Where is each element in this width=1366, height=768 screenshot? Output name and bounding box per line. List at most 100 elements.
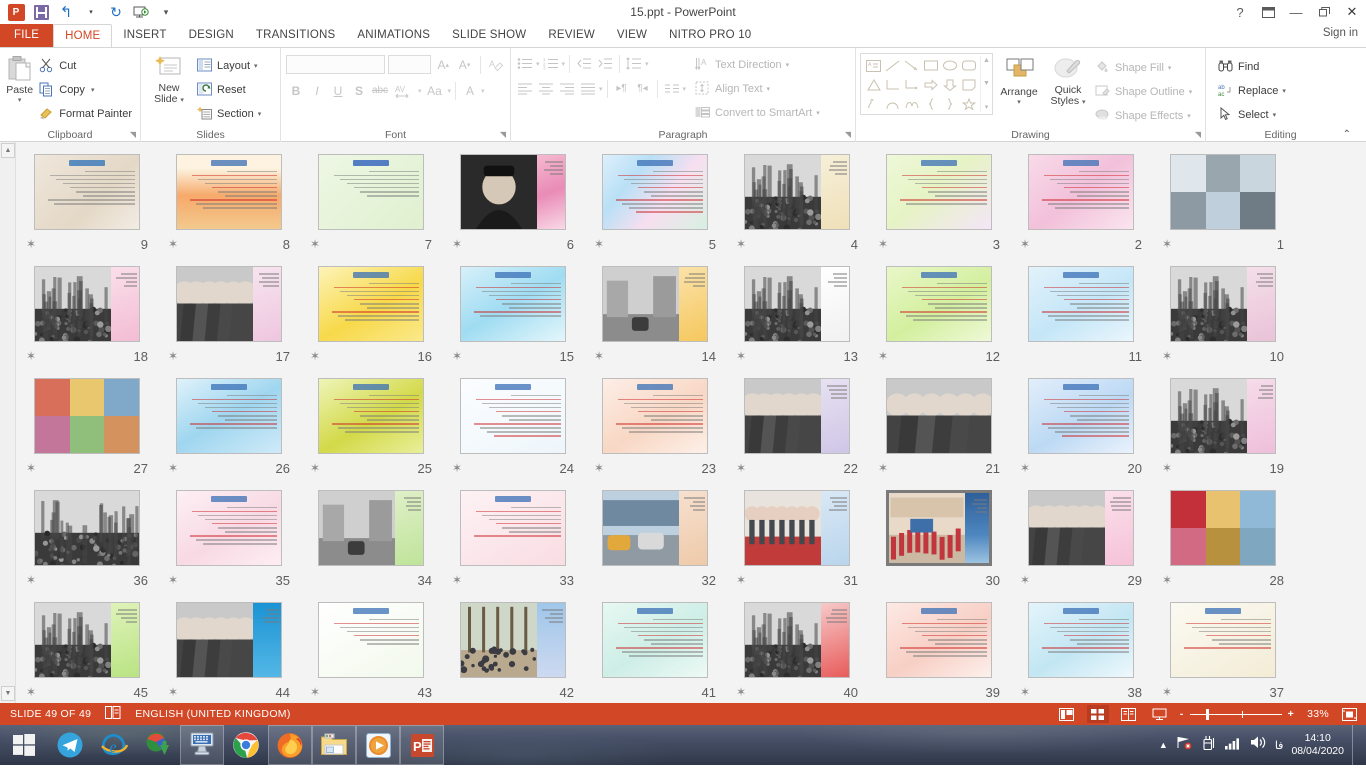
animation-star-icon[interactable]: ✶ — [594, 462, 606, 474]
animation-star-icon[interactable]: ✶ — [1020, 238, 1032, 250]
slide-thumbnail-2[interactable] — [1028, 154, 1134, 230]
animation-star-icon[interactable]: ✶ — [168, 350, 180, 362]
shape-outline-button[interactable]: Shape Outline ▾ — [1091, 80, 1196, 104]
numbering-dropdown-icon[interactable]: ▾ — [562, 60, 566, 68]
start-button[interactable] — [0, 725, 48, 765]
section-button[interactable]: Section ▾ — [193, 102, 265, 126]
vertical-scrollbar[interactable]: ▲ ▼ — [0, 142, 16, 703]
animation-star-icon[interactable]: ✶ — [168, 238, 180, 250]
slide-thumbnail-4[interactable] — [744, 154, 850, 230]
slide-thumbnail-38[interactable] — [1028, 602, 1134, 678]
animation-star-icon[interactable]: ✶ — [594, 350, 606, 362]
justify-dropdown-icon[interactable]: ▾ — [599, 85, 603, 93]
decrease-font-size-button[interactable]: A▾ — [455, 54, 473, 75]
slide-thumbnail-14[interactable] — [602, 266, 708, 342]
paragraph-dialog-launcher[interactable]: ◥ — [845, 127, 851, 142]
shape-down-arrow-icon[interactable] — [940, 75, 959, 94]
animation-star-icon[interactable]: ✶ — [736, 462, 748, 474]
slide-thumbnail-42[interactable] — [460, 602, 566, 678]
fit-slide-to-window-icon[interactable] — [1338, 705, 1360, 723]
slide-thumbnail-21[interactable] — [886, 378, 992, 454]
slide-thumbnail-34[interactable] — [318, 490, 424, 566]
network-error-icon[interactable] — [1176, 735, 1193, 755]
tab-view[interactable]: VIEW — [606, 24, 658, 47]
animation-star-icon[interactable]: ✶ — [736, 686, 748, 698]
slide-thumbnail-27[interactable] — [34, 378, 140, 454]
paste-dropdown-icon[interactable]: ▾ — [18, 96, 22, 104]
slide-thumbnail-11[interactable] — [1028, 266, 1134, 342]
decrease-indent-button[interactable] — [574, 53, 594, 74]
animation-star-icon[interactable]: ✶ — [452, 462, 464, 474]
slide-thumbnail-5[interactable] — [602, 154, 708, 230]
slide-thumbnail-18[interactable] — [34, 266, 140, 342]
select-dropdown-icon[interactable]: ▾ — [1273, 111, 1277, 119]
text-direction-button[interactable]: A Text Direction ▾ — [691, 53, 824, 77]
close-button[interactable]: ✕ — [1338, 0, 1366, 24]
line-spacing-button[interactable] — [624, 53, 644, 74]
gallery-more-icon[interactable]: ▾ — [985, 103, 989, 111]
help-icon[interactable]: ? — [1226, 0, 1254, 24]
slide-thumbnail-22[interactable] — [744, 378, 850, 454]
animation-star-icon[interactable]: ✶ — [168, 574, 180, 586]
shape-arrow-icon[interactable] — [902, 56, 921, 75]
animation-star-icon[interactable]: ✶ — [1162, 350, 1174, 362]
google-chrome-icon[interactable] — [224, 725, 268, 765]
italic-button[interactable]: I — [307, 80, 327, 101]
zoom-in-button[interactable]: + — [1288, 708, 1294, 720]
tab-animations[interactable]: ANIMATIONS — [346, 24, 441, 47]
quick-styles-button[interactable]: Quick Styles ▾ — [1045, 53, 1091, 108]
animation-star-icon[interactable]: ✶ — [878, 238, 890, 250]
animation-star-icon[interactable]: ✶ — [878, 350, 890, 362]
shape-rectangle-icon[interactable] — [921, 56, 940, 75]
file-explorer-icon[interactable] — [312, 725, 356, 765]
section-dropdown-icon[interactable]: ▾ — [258, 110, 262, 118]
slide-thumbnail-13[interactable] — [744, 266, 850, 342]
slide-thumbnail-45[interactable] — [34, 602, 140, 678]
language-indicator[interactable]: ENGLISH (UNITED KINGDOM) — [135, 708, 290, 720]
volume-icon[interactable] — [1250, 735, 1267, 755]
undo-icon[interactable]: ↰ — [56, 2, 76, 22]
undo-dropdown-icon[interactable]: ▾ — [81, 2, 101, 22]
ltr-text-direction-button[interactable]: ▸¶ — [612, 78, 632, 99]
shape-outline-dropdown-icon[interactable]: ▾ — [1189, 88, 1193, 96]
replace-dropdown-icon[interactable]: ▾ — [1282, 87, 1286, 95]
zoom-out-button[interactable]: - — [1180, 708, 1184, 720]
clock[interactable]: 14:10 08/04/2020 — [1291, 732, 1344, 758]
increase-indent-button[interactable] — [595, 53, 615, 74]
animation-star-icon[interactable]: ✶ — [310, 462, 322, 474]
show-hidden-icons-chevron[interactable]: ▲ — [1159, 740, 1168, 750]
strikethrough-button[interactable]: abc — [370, 80, 390, 101]
arrange-button[interactable]: Arrange ▾ — [993, 53, 1045, 106]
slide-thumbnail-25[interactable] — [318, 378, 424, 454]
animation-star-icon[interactable]: ✶ — [26, 350, 38, 362]
slide-counter[interactable]: SLIDE 49 OF 49 — [10, 708, 91, 720]
minimize-button[interactable]: — — [1282, 0, 1310, 24]
slide-sorter-view-button[interactable] — [1087, 705, 1109, 723]
zoom-handle[interactable] — [1206, 709, 1209, 720]
language-tray-indicator[interactable]: فا — [1275, 739, 1284, 752]
slide-thumbnail-40[interactable] — [744, 602, 850, 678]
animation-star-icon[interactable]: ✶ — [1162, 238, 1174, 250]
reading-view-button[interactable] — [1118, 705, 1140, 723]
numbering-button[interactable]: 123 — [541, 53, 561, 74]
layout-button[interactable]: Layout ▾ — [193, 54, 265, 78]
animation-star-icon[interactable]: ✶ — [594, 238, 606, 250]
slide-thumbnail-32[interactable] — [602, 490, 708, 566]
slide-thumbnail-28[interactable] — [1170, 490, 1276, 566]
animation-star-icon[interactable]: ✶ — [1162, 462, 1174, 474]
slide-thumbnail-17[interactable] — [176, 266, 282, 342]
text-shadow-button[interactable]: S — [349, 80, 369, 101]
animation-star-icon[interactable]: ✶ — [26, 238, 38, 250]
slide-thumbnail-35[interactable] — [176, 490, 282, 566]
text-direction-dropdown-icon[interactable]: ▾ — [786, 61, 790, 69]
bold-button[interactable]: B — [286, 80, 306, 101]
animation-star-icon[interactable]: ✶ — [1162, 574, 1174, 586]
shape-arc-icon[interactable] — [902, 94, 921, 113]
redo-icon[interactable]: ↻ — [106, 2, 126, 22]
slide-thumbnail-33[interactable] — [460, 490, 566, 566]
slide-thumbnail-20[interactable] — [1028, 378, 1134, 454]
customize-qat-icon[interactable]: ▾ — [156, 2, 176, 22]
clear-formatting-icon[interactable]: A — [487, 54, 505, 75]
telegram-icon[interactable] — [48, 725, 92, 765]
character-spacing-dropdown-icon[interactable]: ▾ — [418, 87, 422, 95]
